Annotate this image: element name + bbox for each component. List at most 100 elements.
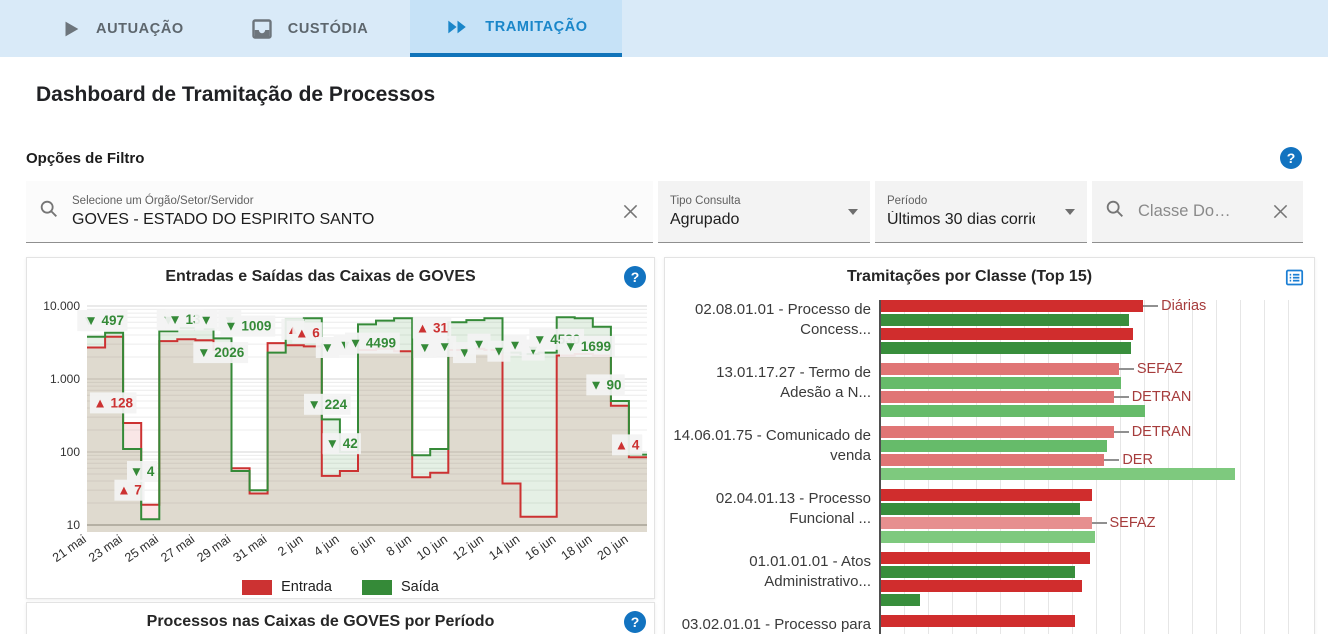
bar-chart: 02.08.01.01 - Processo deConcess... Diári… [671,300,1308,634]
bar[interactable] [881,489,1092,501]
clear-icon[interactable] [620,201,641,222]
bar[interactable] [881,615,1075,627]
bar[interactable] [881,552,1090,564]
bar[interactable] [881,454,1104,466]
bar-note: DETRAN [1132,389,1192,405]
note-connector [1114,396,1129,398]
bar[interactable] [881,594,920,606]
bar-note: Diárias [1161,298,1206,314]
bar[interactable] [881,342,1131,354]
search-icon [1104,198,1126,225]
bar[interactable] [881,314,1129,326]
classe-placeholder: Classe Do… [1138,202,1258,221]
annotation-label: ▼ [492,344,505,359]
help-icon[interactable]: ? [1280,147,1302,169]
orgao-label: Selecione um Órgão/Setor/Servidor [72,195,608,207]
x-tick: 27 mai [158,532,197,565]
x-tick: 25 mai [122,532,161,565]
x-tick: 31 mai [231,532,270,565]
category-label: 03.02.01.01 - Processo para [671,615,879,634]
x-tick: 18 jun [559,532,595,563]
chart-title: Entradas e Saídas das Caixas de GOVES [165,268,515,286]
bar-note: SEFAZ [1110,515,1156,531]
help-icon[interactable]: ? [624,266,646,288]
bar[interactable] [881,580,1082,592]
saida-swatch [362,580,392,595]
x-tick: 23 mai [86,532,125,565]
category-label: 02.04.01.13 - ProcessoFuncional ... [671,489,879,543]
bar[interactable] [881,377,1121,389]
bar[interactable] [881,531,1095,543]
legend: Entrada Saída [27,576,654,598]
x-tick: 29 mai [194,532,233,565]
category-label: 13.01.17.27 - Termo deAdesão a N... [671,363,879,417]
annotation-label: ▼ [418,340,431,355]
fast-forward-icon [444,16,471,38]
annotation-label: ▲ 7 [117,483,142,498]
bar-group: 02.04.01.13 - ProcessoFuncional ... SEFAZ [671,489,1308,543]
x-tick: 20 jun [595,532,631,563]
help-icon[interactable]: ? [624,611,646,633]
bar[interactable] [881,566,1075,578]
x-tick: 2 jun [275,532,305,559]
category-label: 14.06.01.75 - Comunicado devenda [671,426,879,480]
tab-autuacao[interactable]: AUTUAÇÃO [36,0,208,57]
x-tick: 14 jun [486,532,522,563]
bar[interactable] [881,517,1092,529]
tipo-consulta-value: Agrupado [670,211,818,229]
note-connector [1092,522,1107,524]
inbox-icon [250,17,274,41]
annotation-label: ▲ 4 [615,437,640,452]
bar[interactable] [881,503,1080,515]
annotation-label: ▼ 4499 [349,336,396,351]
tab-custodia[interactable]: CUSTÓDIA [226,0,393,57]
bar[interactable] [881,328,1133,340]
bar-note: SEFAZ [1137,361,1183,377]
tipo-consulta-select[interactable]: Tipo Consulta Agrupado [658,181,870,243]
bar-note: DETRAN [1132,424,1192,440]
note-connector [1119,368,1134,370]
tab-label: AUTUAÇÃO [96,21,184,37]
bar-group: 13.01.17.27 - Termo deAdesão a N... SEFAZ… [671,363,1308,417]
orgao-field[interactable]: Selecione um Órgão/Setor/Servidor GOVES … [26,181,653,243]
periodo-value: Últimos 30 dias corridos [887,211,1035,229]
bar[interactable] [881,468,1235,480]
annotation-label: ▲ 128 [93,395,133,410]
y-tick: 100 [60,445,80,459]
tab-label: CUSTÓDIA [288,21,369,37]
chevron-down-icon [1065,209,1075,215]
filter-section-title: Opções de Filtro [26,150,144,167]
periodo-select[interactable]: Período Últimos 30 dias corridos [875,181,1087,243]
step-chart: 10.0001.0001001021 mai23 mai25 mai27 mai… [27,296,654,576]
chevron-down-icon [848,209,858,215]
annotation-label: ▼ 42 [326,436,358,451]
view-list-icon[interactable] [1284,267,1305,288]
annotation-label: ▼ [321,340,334,355]
bar-group: 03.02.01.01 - Processo para [671,615,1308,634]
classe-field[interactable]: Classe Do… [1092,181,1303,243]
category-label: 01.01.01.01 - AtosAdministrativo... [671,552,879,606]
annotation-label: ▼ [438,339,451,354]
tab-tramitacao[interactable]: TRAMITAÇÃO [410,0,621,57]
bar-group: 02.08.01.01 - Processo deConcess... Diári… [671,300,1308,354]
bar[interactable] [881,426,1114,438]
x-tick: 16 jun [522,532,558,563]
category-label: 02.08.01.01 - Processo deConcess... [671,300,879,354]
tipo-consulta-label: Tipo Consulta [670,195,832,207]
bar[interactable] [881,391,1114,403]
bar[interactable] [881,363,1119,375]
x-tick: 8 jun [384,532,414,559]
bar[interactable] [881,300,1143,312]
bar-group: 14.06.01.75 - Comunicado devendaDETRANDE… [671,426,1308,480]
annotation-label: ▼ 224 [307,397,347,412]
annotation-label: ▼ 497 [84,313,124,328]
bar[interactable] [881,440,1107,452]
page-title: Dashboard de Tramitação de Processos [36,83,1328,107]
bar[interactable] [881,405,1145,417]
entradas-saidas-card: Entradas e Saídas das Caixas de GOVES ? … [26,257,655,599]
x-tick: 6 jun [348,532,378,559]
tab-label: TRAMITAÇÃO [485,19,587,35]
y-tick: 1.000 [50,372,80,386]
clear-icon[interactable] [1270,201,1291,222]
annotation-label: ▼ 90 [589,377,621,392]
